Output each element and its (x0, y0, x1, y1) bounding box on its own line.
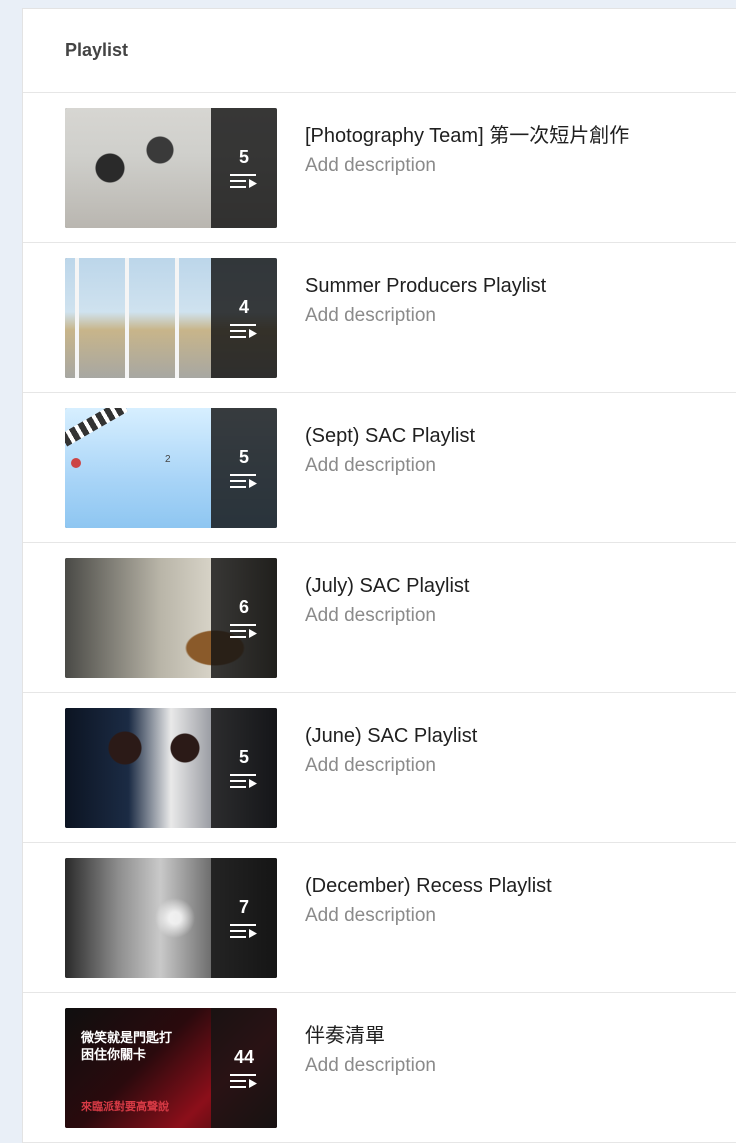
playlist-thumbnail[interactable]: 微笑就是門匙打 困住你關卡 來臨派對要高聲說 44 (65, 1008, 277, 1128)
balloon-graphic (71, 458, 81, 468)
playlist-thumbnail[interactable]: 6 (65, 558, 277, 678)
playlist-texts: (Sept) SAC Playlist Add description (305, 423, 475, 479)
video-count: 5 (238, 147, 249, 167)
playlist-thumbnail[interactable]: 5 (65, 108, 277, 228)
video-count-overlay: 5 (211, 408, 277, 528)
playlist-play-icon (230, 1074, 257, 1088)
playlist-row[interactable]: 5 (June) SAC Playlist Add description (23, 693, 736, 843)
thumbnail-number: 2 (165, 454, 171, 465)
add-description-link[interactable]: Add description (305, 303, 546, 329)
playlist-play-icon (230, 924, 257, 938)
playlist-play-icon (230, 624, 257, 638)
playlist-row[interactable]: 7 (December) Recess Playlist Add descrip… (23, 843, 736, 993)
playlist-thumbnail[interactable]: 4 (65, 258, 277, 378)
video-count-overlay: 5 (211, 108, 277, 228)
playlist-row[interactable]: 5 [Photography Team] 第一次短片創作 Add descrip… (23, 93, 736, 243)
playlist-row[interactable]: 4 Summer Producers Playlist Add descript… (23, 243, 736, 393)
video-count: 5 (238, 747, 249, 767)
playlist-texts: (June) SAC Playlist Add description (305, 723, 477, 779)
playlist-title[interactable]: (Sept) SAC Playlist (305, 423, 475, 449)
playlist-play-icon (230, 324, 257, 338)
video-count: 44 (233, 1047, 255, 1067)
video-count-overlay: 5 (211, 708, 277, 828)
video-count: 4 (238, 297, 249, 317)
add-description-link[interactable]: Add description (305, 903, 552, 929)
film-strip-graphic (65, 408, 128, 447)
playlist-row[interactable]: 微笑就是門匙打 困住你關卡 來臨派對要高聲說 44 伴奏清單 Add descr… (23, 993, 736, 1143)
playlist-texts: (July) SAC Playlist Add description (305, 573, 469, 629)
add-description-link[interactable]: Add description (305, 1053, 436, 1079)
add-description-link[interactable]: Add description (305, 753, 477, 779)
playlist-title[interactable]: 伴奏清單 (305, 1023, 436, 1049)
playlist-title[interactable]: [Photography Team] 第一次短片創作 (305, 123, 629, 149)
playlist-texts: (December) Recess Playlist Add descripti… (305, 873, 552, 929)
section-header: Playlist (23, 9, 736, 93)
playlist-thumbnail[interactable]: 7 (65, 858, 277, 978)
video-count-overlay: 7 (211, 858, 277, 978)
top-strip (0, 0, 736, 8)
thumbnail-caption: 微笑就是門匙打 困住你關卡 (81, 1030, 172, 1064)
video-count-overlay: 44 (211, 1008, 277, 1128)
section-title: Playlist (65, 40, 129, 60)
add-description-link[interactable]: Add description (305, 453, 475, 479)
playlist-title[interactable]: (June) SAC Playlist (305, 723, 477, 749)
playlist-thumbnail[interactable]: 5 (65, 708, 277, 828)
add-description-link[interactable]: Add description (305, 153, 629, 179)
playlist-play-icon (230, 774, 257, 788)
thumbnail-caption-line: 微笑就是門匙打 (81, 1031, 173, 1046)
playlist-title[interactable]: Summer Producers Playlist (305, 273, 546, 299)
video-count: 7 (238, 897, 249, 917)
playlist-thumbnail[interactable]: 2 5 (65, 408, 277, 528)
playlist-row[interactable]: 6 (July) SAC Playlist Add description (23, 543, 736, 693)
playlist-texts: 伴奏清單 Add description (305, 1023, 436, 1079)
playlist-row[interactable]: 2 5 (Sept) SAC Playlist Add description (23, 393, 736, 543)
playlist-panel: Playlist 5 [Photography Team] 第一次短片創作 Ad… (22, 8, 736, 1143)
video-count: 5 (238, 447, 249, 467)
playlist-play-icon (230, 474, 257, 488)
playlist-texts: [Photography Team] 第一次短片創作 Add descripti… (305, 123, 629, 179)
video-count-overlay: 6 (211, 558, 277, 678)
video-count: 6 (238, 597, 249, 617)
thumbnail-caption-line: 困住你關卡 (81, 1048, 147, 1063)
playlist-title[interactable]: (July) SAC Playlist (305, 573, 469, 599)
video-count-overlay: 4 (211, 258, 277, 378)
thumbnail-caption-faded: 來臨派對要高聲說 (81, 1100, 169, 1113)
playlist-texts: Summer Producers Playlist Add descriptio… (305, 273, 546, 329)
add-description-link[interactable]: Add description (305, 603, 469, 629)
playlist-play-icon (230, 174, 257, 188)
playlist-title[interactable]: (December) Recess Playlist (305, 873, 552, 899)
